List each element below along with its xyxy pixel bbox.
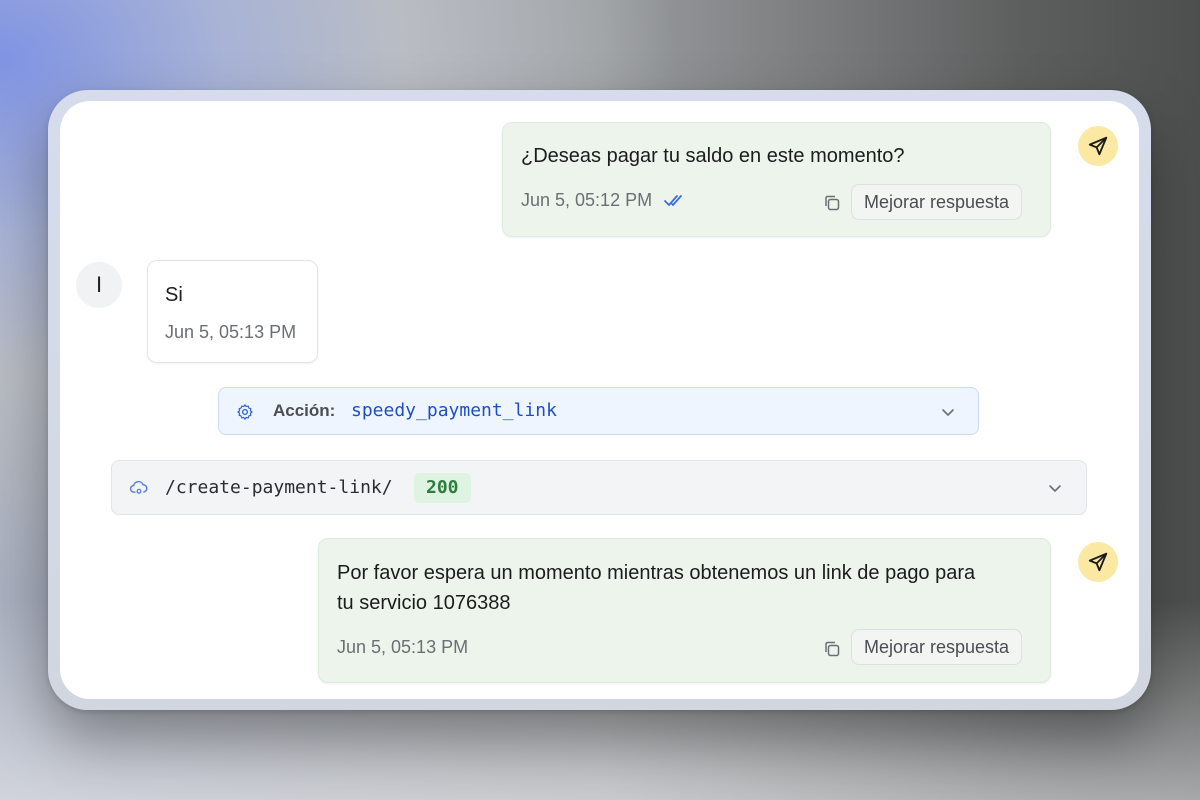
endpoint-path: /create-payment-link/ [165,477,393,498]
chat-panel: ¿Deseas pagar tu saldo en este momento? … [60,101,1139,699]
send-icon [1088,552,1108,572]
copy-icon[interactable] [822,193,842,213]
cloud-icon [129,480,148,494]
message-text: Si [165,284,183,306]
gear-icon [237,404,253,420]
message-text-line: tu servicio 1076388 [337,592,511,614]
message-time: Jun 5, 05:12 PM [521,190,653,210]
improve-response-button[interactable]: Mejorar respuesta [851,184,1023,220]
action-name: speedy_payment_link [351,400,557,421]
improve-response-button[interactable]: Mejorar respuesta [851,629,1023,665]
user-avatar: I [76,262,122,308]
bot-avatar [1078,542,1118,582]
action-label: Acción: [273,401,336,420]
copy-icon[interactable] [822,639,842,659]
double-check-icon [664,195,682,206]
send-icon [1088,136,1108,156]
chevron-down-icon[interactable] [1047,480,1063,496]
bot-avatar [1078,126,1118,166]
endpoint-row[interactable]: /create-payment-link/ 200 [111,460,1087,515]
bot-message: Por favor espera un momento mientras obt… [318,538,1051,683]
message-time: Jun 5, 05:13 PM [165,322,297,342]
chevron-down-icon[interactable] [940,404,956,420]
message-text: ¿Deseas pagar tu saldo en este momento? [521,145,905,167]
bot-message: ¿Deseas pagar tu saldo en este momento? … [502,122,1051,237]
status-badge: 200 [414,473,471,503]
message-time: Jun 5, 05:13 PM [337,637,469,657]
user-message: Si Jun 5, 05:13 PM [147,260,318,363]
message-text-line: Por favor espera un momento mientras obt… [337,562,976,584]
action-row[interactable]: Acción: speedy_payment_link [218,387,979,435]
